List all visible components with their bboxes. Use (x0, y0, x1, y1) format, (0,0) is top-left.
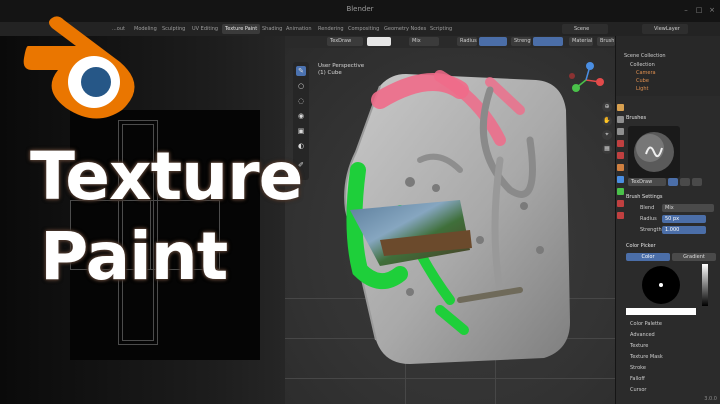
current-color-swatch[interactable] (626, 308, 696, 315)
section-color-palette[interactable]: Color Palette (630, 320, 720, 328)
tab-compositing[interactable]: Compositing (348, 24, 379, 34)
navigation-gizmo[interactable] (566, 60, 606, 100)
brush-name-field[interactable]: TexDraw (628, 178, 666, 186)
tab-sculpting[interactable]: Sculpting (162, 24, 185, 34)
close-button[interactable]: × (708, 6, 716, 14)
pan-icon[interactable]: ✋ (602, 116, 612, 126)
section-falloff[interactable]: Falloff (630, 375, 720, 383)
section-advanced[interactable]: Advanced (630, 331, 720, 339)
color-tab[interactable]: Color (626, 253, 670, 261)
blend-select[interactable]: Mix (662, 204, 714, 212)
fill-tool-icon[interactable]: ▣ (296, 126, 306, 136)
outliner-item-camera[interactable]: Camera (616, 69, 720, 77)
tool-tab-icon[interactable] (617, 104, 624, 111)
color-swatch[interactable] (367, 37, 391, 46)
blend-mode-select[interactable]: Mix (409, 37, 439, 46)
render-tab-icon[interactable] (617, 116, 624, 123)
tab-scripting[interactable]: Scripting (430, 24, 452, 34)
properties-tabs (615, 100, 625, 300)
modifier-tab-icon[interactable] (617, 176, 624, 183)
zoom-icon[interactable]: ⊕ (602, 102, 612, 112)
color-wheel[interactable] (636, 264, 686, 306)
tab-geometry-nodes[interactable]: Geometry Nodes (384, 24, 426, 34)
tab-texture-paint[interactable]: Texture Paint (222, 24, 261, 34)
outliner-scene-collection[interactable]: Scene Collection (616, 52, 720, 60)
brush-preview-icon[interactable] (628, 126, 680, 178)
outliner-item-collection[interactable]: Collection (616, 61, 720, 69)
radius-label: Radius (640, 216, 657, 222)
version-label: 3.0.0 (704, 396, 717, 402)
tool-header: TexDraw Mix Radius Strength Material Bru… (285, 36, 615, 48)
painted-cube[interactable] (340, 60, 572, 366)
smear-tool-icon[interactable]: ◌ (296, 96, 306, 106)
brush-settings-header[interactable]: Brush Settings (626, 193, 718, 201)
tab-uv-editing[interactable]: UV Editing (192, 24, 218, 34)
strength-field[interactable]: Strength (511, 37, 531, 46)
duplicate-icon[interactable] (680, 178, 690, 186)
outliner: Scene Collection Collection Camera Cube … (615, 36, 720, 96)
output-tab-icon[interactable] (617, 128, 624, 135)
soften-tool-icon[interactable]: ○ (296, 81, 306, 91)
minimize-button[interactable]: – (682, 6, 690, 14)
outliner-item-light[interactable]: Light (616, 85, 720, 93)
maximize-button[interactable]: □ (695, 6, 703, 14)
thumbnail-title-line1: Texture (30, 138, 303, 215)
section-stroke[interactable]: Stroke (630, 364, 720, 372)
tab-animation[interactable]: Animation (286, 24, 312, 34)
world-tab-icon[interactable] (617, 152, 624, 159)
strength-value[interactable]: 1.000 (662, 226, 706, 234)
blend-label: Blend (640, 205, 655, 211)
thumbnail-title-line2: Paint (40, 218, 228, 295)
clone-tool-icon[interactable]: ◉ (296, 111, 306, 121)
camera-view-icon[interactable]: ⌖ (602, 130, 612, 140)
section-cursor[interactable]: Cursor (630, 386, 720, 394)
tab-rendering[interactable]: Rendering (318, 24, 344, 34)
strength-label: Strength (640, 227, 662, 233)
scene-tab-icon[interactable] (617, 140, 624, 147)
blender-logo-icon (23, 16, 135, 119)
section-texture-mask[interactable]: Texture Mask (630, 353, 720, 361)
draw-tool-icon[interactable]: ✎ (296, 66, 306, 76)
strength-slider[interactable] (533, 37, 563, 46)
value-slider[interactable] (702, 264, 708, 306)
fake-user-icon[interactable] (668, 178, 678, 186)
data-tab-icon[interactable] (617, 188, 624, 195)
scene-selector[interactable]: Scene (562, 24, 608, 34)
brushes-header[interactable]: Brushes (626, 114, 718, 122)
object-tab-icon[interactable] (617, 164, 624, 171)
material-tab-icon[interactable] (617, 200, 624, 207)
outliner-item-cube[interactable]: Cube (616, 77, 720, 85)
radius-slider[interactable] (479, 37, 507, 46)
brush-selector[interactable]: TexDraw (327, 37, 363, 46)
texture-tab-icon[interactable] (617, 212, 624, 219)
unlink-icon[interactable] (692, 178, 702, 186)
view-layer-selector[interactable]: ViewLayer (642, 24, 688, 34)
color-picker-header[interactable]: Color Picker (626, 242, 718, 250)
radius-field[interactable]: Radius (457, 37, 477, 46)
gradient-tab[interactable]: Gradient (672, 253, 716, 261)
texture-slot-field[interactable]: Material (569, 37, 593, 46)
ortho-toggle-icon[interactable]: ▦ (602, 144, 612, 154)
tab-shading[interactable]: Shading (262, 24, 282, 34)
radius-value[interactable]: 50 px (662, 215, 706, 223)
section-texture[interactable]: Texture (630, 342, 720, 350)
brush-panel-button[interactable]: Brush (597, 37, 615, 46)
